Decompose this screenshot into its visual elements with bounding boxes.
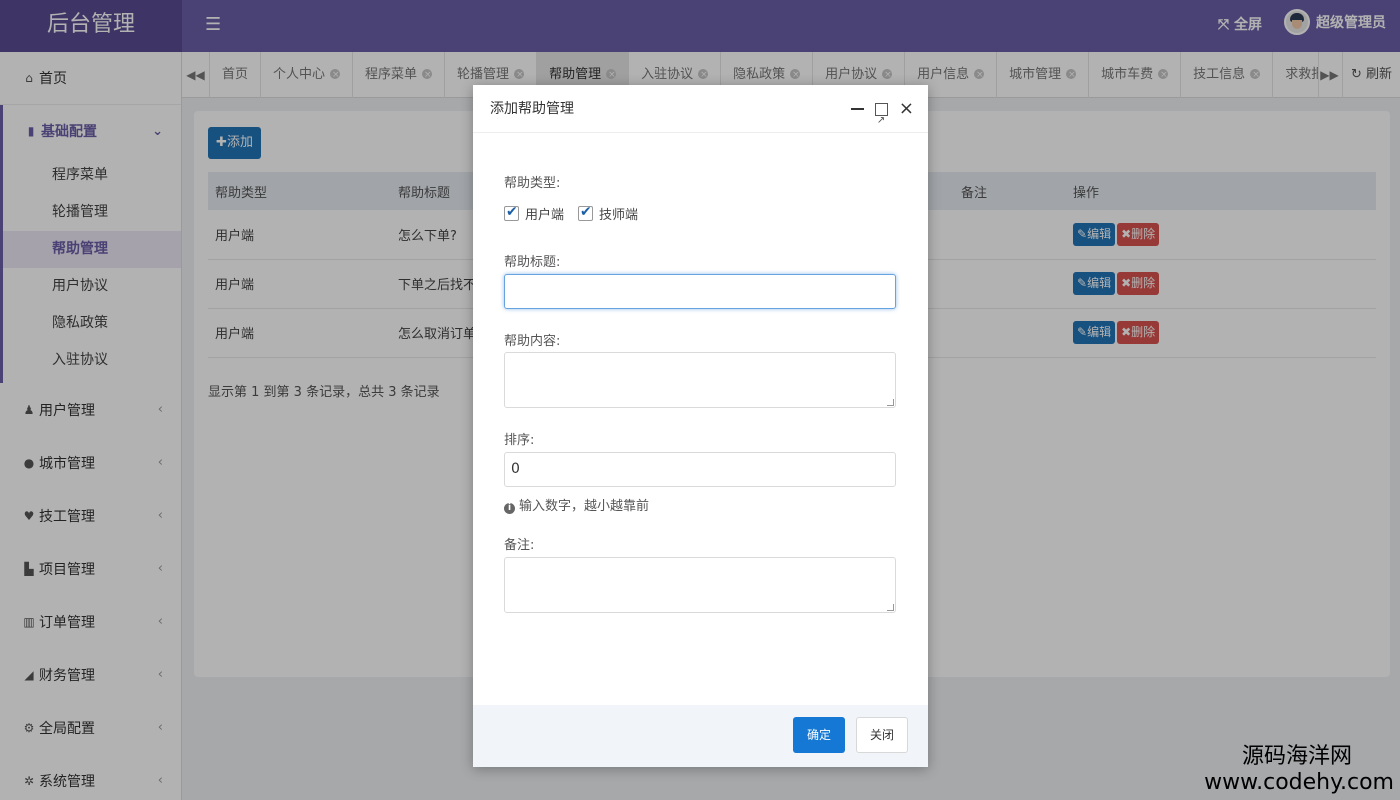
modal-header: 添加帮助管理 × [473, 85, 928, 145]
checkbox-label: 技师端 [599, 208, 639, 223]
watermark-line-2: www.codehy.com [1204, 770, 1394, 795]
help-title-input[interactable] [504, 274, 896, 309]
help-title-label: 帮助标题: [504, 255, 561, 270]
checkbox-user-side[interactable]: 用户端 [504, 204, 564, 223]
remark-label: 备注: [504, 538, 535, 553]
resize-handle-icon[interactable] [887, 604, 894, 611]
help-type-label: 帮助类型: [504, 176, 561, 191]
modal-footer: 确定 关闭 [473, 705, 928, 767]
sort-hint-text: 输入数字，越小越靠前 [519, 499, 650, 514]
resize-handle-icon[interactable] [887, 399, 894, 406]
watermark-line-1: 源码海洋网 [1241, 744, 1352, 769]
close-icon[interactable]: × [899, 100, 914, 118]
sort-hint: i 输入数字，越小越靠前 [504, 495, 649, 514]
checkbox-label: 用户端 [525, 208, 565, 223]
info-icon: i [504, 503, 515, 514]
help-type-checkboxes: 用户端 技师端 [504, 204, 638, 223]
checkbox-checked-icon[interactable] [504, 204, 519, 221]
close-button[interactable]: 关闭 [856, 717, 908, 753]
maximize-icon[interactable] [874, 97, 888, 145]
checkbox-checked-icon[interactable] [578, 204, 594, 221]
modal-window-controls: × [850, 85, 914, 145]
confirm-button[interactable]: 确定 [793, 717, 845, 753]
modal-title: 添加帮助管理 [490, 101, 574, 117]
minimize-icon[interactable] [850, 108, 864, 110]
checkbox-technician-side[interactable]: 技师端 [578, 204, 638, 223]
help-content-textarea[interactable] [504, 352, 896, 408]
help-content-label: 帮助内容: [504, 334, 561, 349]
sort-label: 排序: [504, 433, 535, 448]
sort-input[interactable]: 0 [504, 452, 896, 487]
remark-textarea[interactable] [504, 557, 896, 613]
add-help-modal: 添加帮助管理 × 帮助类型: 用户端 技师端 帮助标题: 帮助内容: 排序: 0 [473, 85, 928, 767]
watermark: 源码海洋网 www.codehy.com [1204, 744, 1394, 796]
